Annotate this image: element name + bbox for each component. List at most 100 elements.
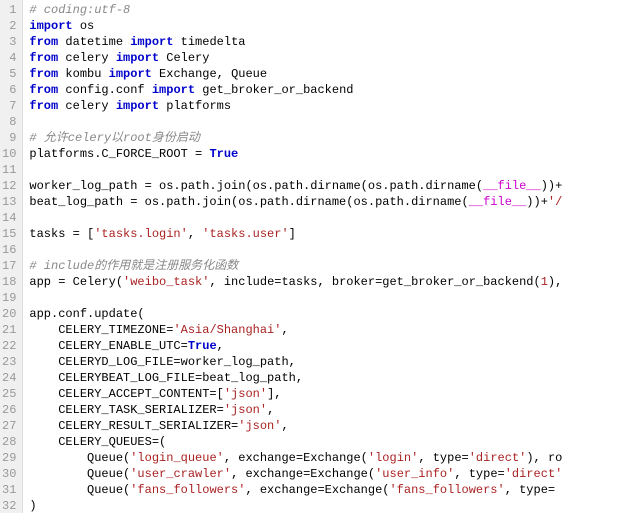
code-line: [29, 210, 640, 226]
token-nm: ]: [289, 227, 296, 241]
token-st: 'weibo_task': [123, 275, 209, 289]
line-number: 12: [2, 178, 16, 194]
code-line: Queue('login_queue', exchange=Exchange( '…: [29, 450, 640, 466]
token-nm: CELERYD_LOG_FILE=worker_log_path,: [29, 355, 295, 369]
token-nm: app = Celery(: [29, 275, 123, 289]
line-number: 28: [2, 434, 16, 450]
token-nm: , include=tasks, broker=get_broker_or_ba…: [209, 275, 540, 289]
line-number: 16: [2, 242, 16, 258]
token-nm: ,: [188, 227, 202, 241]
token-st: 'json': [238, 419, 281, 433]
token-nm: Queue(: [29, 467, 130, 481]
line-number: 32: [2, 498, 16, 514]
token-nm: datetime: [58, 35, 130, 49]
code-line: CELERY_ENABLE_UTC=True,: [29, 338, 640, 354]
code-line: # 允许celery以root身份启动: [29, 130, 640, 146]
token-st: 'direct': [469, 451, 527, 465]
token-nm: , type=: [505, 483, 555, 497]
token-nm: ), ro: [526, 451, 562, 465]
token-nm: ,: [217, 339, 224, 353]
line-number: 18: [2, 274, 16, 290]
token-st: 'Asia/Shanghai': [173, 323, 281, 337]
token-bi: True: [188, 339, 217, 353]
token-st: '/: [548, 195, 562, 209]
token-nm: beat_log_path = os.path.join(os.path.dir…: [29, 195, 468, 209]
line-number: 31: [2, 482, 16, 498]
token-nm: ))+: [526, 195, 548, 209]
token-pa: __file__: [469, 195, 527, 209]
line-number: 30: [2, 466, 16, 482]
token-kw: import: [29, 19, 72, 33]
line-number: 7: [2, 98, 16, 114]
token-st: 'tasks.login': [94, 227, 188, 241]
code-line: CELERY_TIMEZONE='Asia/Shanghai',: [29, 322, 640, 338]
token-nm: CELERY_TASK_SERIALIZER=: [29, 403, 223, 417]
line-number: 6: [2, 82, 16, 98]
token-st: 'fans_followers': [389, 483, 504, 497]
token-nm: ): [29, 499, 36, 513]
code-line: Queue('user_crawler', exchange=Exchange(…: [29, 466, 640, 482]
token-nm: Queue(: [29, 483, 130, 497]
token-nm: , type=: [418, 451, 468, 465]
token-pa: __file__: [483, 179, 541, 193]
token-nm: celery: [58, 99, 116, 113]
code-line: CELERY_QUEUES=(: [29, 434, 640, 450]
code-line: [29, 114, 640, 130]
line-number: 10: [2, 146, 16, 162]
code-line: CELERY_ACCEPT_CONTENT=['json'],: [29, 386, 640, 402]
line-number: 19: [2, 290, 16, 306]
line-number: 13: [2, 194, 16, 210]
line-number: 3: [2, 34, 16, 50]
token-nm: ),: [548, 275, 562, 289]
token-st: 'json': [224, 387, 267, 401]
line-number: 29: [2, 450, 16, 466]
code-line: app = Celery('weibo_task', include=tasks…: [29, 274, 640, 290]
token-nm: celery: [58, 51, 116, 65]
token-st: 'user_info': [375, 467, 454, 481]
line-number: 24: [2, 370, 16, 386]
code-line: CELERYD_LOG_FILE=worker_log_path,: [29, 354, 640, 370]
code-line: from config.conf import get_broker_or_ba…: [29, 82, 640, 98]
code-line: [29, 162, 640, 178]
line-number: 22: [2, 338, 16, 354]
line-number: 25: [2, 386, 16, 402]
token-nm: Exchange, Queue: [152, 67, 267, 81]
code-line: [29, 290, 640, 306]
code-line: CELERY_TASK_SERIALIZER='json',: [29, 402, 640, 418]
token-kw: from: [29, 51, 58, 65]
line-number: 27: [2, 418, 16, 434]
token-nm: worker_log_path = os.path.join(os.path.d…: [29, 179, 483, 193]
token-nm: , exchange=Exchange(: [245, 483, 389, 497]
token-bi: True: [209, 147, 238, 161]
code-line: CELERY_RESULT_SERIALIZER='json',: [29, 418, 640, 434]
code-line: # include的作用就是注册服务化函数: [29, 258, 640, 274]
token-nm: app.conf.update(: [29, 307, 144, 321]
code-line: [29, 242, 640, 258]
token-kw: import: [116, 51, 159, 65]
line-number-gutter: 1234567891011121314151617181920212223242…: [0, 0, 23, 513]
token-st: 'user_crawler': [130, 467, 231, 481]
token-nm: os: [73, 19, 95, 33]
token-nm: CELERY_TIMEZONE=: [29, 323, 173, 337]
token-cm: # 允许celery以root身份启动: [29, 131, 199, 145]
code-line: CELERYBEAT_LOG_FILE=beat_log_path,: [29, 370, 640, 386]
token-st: 'tasks.user': [202, 227, 288, 241]
token-nm: ,: [281, 323, 288, 337]
token-nm: CELERY_ENABLE_UTC=: [29, 339, 187, 353]
token-nm: config.conf: [58, 83, 152, 97]
token-nm: Queue(: [29, 451, 130, 465]
token-kw: from: [29, 99, 58, 113]
token-nm: CELERYBEAT_LOG_FILE=beat_log_path,: [29, 371, 303, 385]
token-kw: import: [116, 99, 159, 113]
token-st: 'direct': [505, 467, 563, 481]
token-nm: tasks = [: [29, 227, 94, 241]
token-kw: from: [29, 83, 58, 97]
token-nm: , exchange=Exchange(: [224, 451, 368, 465]
token-st: 'login_queue': [130, 451, 224, 465]
code-line: from celery import platforms: [29, 98, 640, 114]
line-number: 17: [2, 258, 16, 274]
token-nm: , type=: [454, 467, 504, 481]
line-number: 2: [2, 18, 16, 34]
token-nm: kombu: [58, 67, 108, 81]
line-number: 15: [2, 226, 16, 242]
